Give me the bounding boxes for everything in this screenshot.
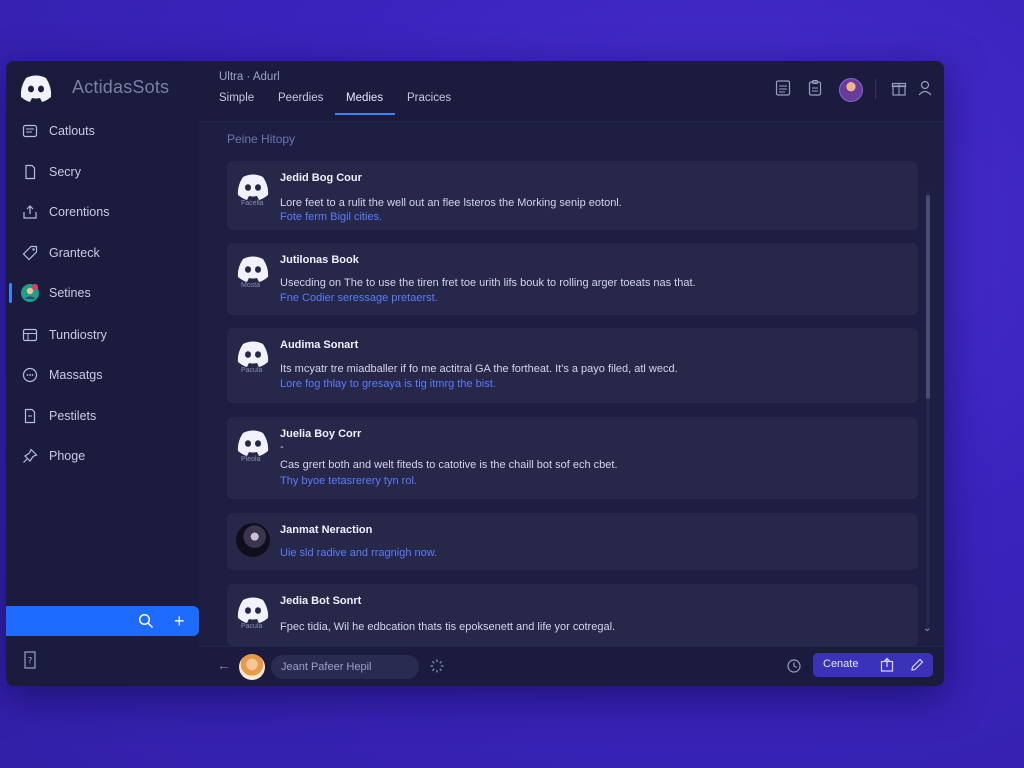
discord-logo-icon [237, 174, 269, 200]
app-name: ActidasSots [72, 77, 170, 97]
create-button-label: Cenate [823, 658, 859, 670]
help-icon[interactable]: ? [22, 651, 38, 669]
sidebar-item-phoge[interactable]: Phoge [6, 440, 199, 472]
table-icon [22, 328, 38, 342]
tab-medies[interactable]: Medies [346, 92, 383, 104]
card-link[interactable]: Fne Codier seressage pretaerst. [280, 292, 438, 304]
sidebar-item-secry[interactable]: Secry [6, 156, 199, 188]
footer-avatar[interactable] [239, 654, 265, 680]
card-body: Its mcyatr tre miadballer if fo me actit… [280, 363, 678, 375]
sidebar-item-label: Massatgs [49, 368, 103, 382]
sidebar-item-label: Phoge [49, 449, 86, 463]
card-body: Usecding on The to use the tiren fret to… [280, 277, 696, 289]
header: Ultra · Adurl Simple Peerdies Medies Pra… [199, 61, 944, 122]
logo-caption: Facella [241, 200, 264, 207]
list-icon[interactable] [775, 79, 791, 97]
pin-icon [23, 448, 38, 463]
logo-caption: Pacula [241, 623, 263, 630]
scroll-down-icon[interactable]: ⌄ [923, 623, 931, 634]
card-title: Audima Sonart [280, 339, 359, 351]
search-icon[interactable] [138, 613, 154, 629]
card-title: Janmat Neraction [280, 524, 373, 536]
post-card[interactable]: Mosta Jutilonas Book Usecding on The to … [227, 243, 918, 315]
card-title: Juelia Boy Corr [280, 428, 362, 440]
sidebar-item-label: Catlouts [49, 124, 95, 138]
post-card[interactable]: Janmat Neraction Uie sld radive and rrag… [227, 513, 918, 570]
card-body: Fpec tidia, Wil he edbcation thats tis e… [280, 621, 616, 633]
user-avatar[interactable] [839, 78, 863, 102]
person-icon[interactable] [917, 79, 933, 97]
settings-avatar-icon [21, 284, 39, 302]
discord-logo-icon [20, 75, 52, 102]
tag-icon [22, 245, 38, 261]
gift-icon[interactable] [891, 79, 907, 97]
message-input[interactable]: Jeant Pafeer Hepil [271, 655, 419, 679]
sidebar-item-label: Pestilets [49, 409, 97, 423]
header-divider [875, 79, 876, 99]
sidebar-item-tundiostry[interactable]: Tundiostry [6, 319, 199, 351]
pencil-icon[interactable] [909, 657, 925, 673]
logo-caption: Pacula [241, 367, 263, 374]
card-title: Jedia Bot Sonrt [280, 595, 362, 607]
file-icon [24, 408, 36, 424]
card-body: Cas grert both and welt fiteds to catoti… [280, 459, 618, 471]
share-box-icon[interactable] [879, 657, 895, 673]
card-link[interactable]: Thy byoe tetasrerery tyn rol. [280, 475, 417, 487]
logo-caption: Pleola [241, 456, 261, 463]
post-card[interactable]: Pleola Juelia Boy Corr - Cas grert both … [227, 417, 918, 499]
sidebar-item-label: Granteck [49, 246, 100, 260]
app-window: ActidasSots Catlouts Secry Corentions Gr… [6, 61, 944, 686]
logo-caption: Mosta [241, 282, 261, 289]
breadcrumb[interactable]: Ultra · Adurl [219, 71, 280, 83]
discord-logo-icon [237, 256, 269, 282]
calendar-icon [22, 124, 38, 138]
card-link[interactable]: Uie sld radive and rragnigh now. [280, 547, 437, 559]
sidebar-item-massatgs[interactable]: Massatgs [6, 359, 199, 391]
sidebar-item-granteck[interactable]: Granteck [6, 237, 199, 269]
tab-peerdies[interactable]: Peerdies [278, 92, 323, 104]
card-link[interactable]: Lore fog thlay to gresaya is tig itmrg t… [280, 378, 496, 390]
scrollbar-thumb[interactable] [926, 195, 930, 399]
create-button[interactable]: Cenate [813, 653, 933, 677]
clipboard-icon[interactable] [807, 79, 823, 97]
card-title: Jutilonas Book [280, 254, 359, 266]
discord-logo-icon [237, 430, 269, 456]
card-title: Jedid Bog Cour [280, 172, 362, 184]
sidebar-item-label: Secry [49, 165, 81, 179]
section-title: Peine Hitopy [227, 132, 296, 146]
sidebar-item-catlouts[interactable]: Catlouts [6, 115, 199, 147]
back-arrow-icon[interactable]: ← [217, 657, 231, 673]
tab-simple[interactable]: Simple [219, 92, 254, 104]
card-dash: - [280, 441, 284, 453]
sidebar-item-pestilets[interactable]: Pestilets [6, 400, 199, 432]
footer-bar: ← Jeant Pafeer Hepil Cenate [199, 646, 944, 686]
tab-pracices[interactable]: Pracices [407, 92, 451, 104]
document-icon [25, 164, 36, 180]
card-body: Lore feet to a rulit the well out an fle… [280, 197, 622, 209]
author-photo [236, 523, 270, 557]
sidebar-item-label: Tundiostry [49, 328, 107, 342]
sidebar-item-corentions[interactable]: Corentions [6, 196, 199, 228]
clock-icon[interactable] [786, 658, 802, 674]
sidebar-item-setines[interactable]: Setines [6, 277, 199, 309]
sidebar: ActidasSots Catlouts Secry Corentions Gr… [6, 61, 199, 686]
active-tab-indicator [335, 113, 395, 115]
post-card[interactable]: Facella Jedid Bog Cour Lore feet to a ru… [227, 161, 918, 230]
sidebar-item-label: Setines [49, 286, 91, 300]
loading-icon[interactable] [429, 658, 445, 674]
post-card[interactable]: Pacula Audima Sonart Its mcyatr tre miad… [227, 328, 918, 403]
card-link[interactable]: Fote ferm Bigil cities. [280, 211, 382, 223]
sidebar-item-label: Corentions [49, 205, 110, 219]
discord-logo-icon [237, 597, 269, 623]
share-icon [23, 205, 37, 219]
sidebar-action-bar[interactable]: + [6, 606, 199, 636]
main-panel: Ultra · Adurl Simple Peerdies Medies Pra… [199, 61, 944, 686]
svg-text:?: ? [28, 657, 33, 667]
discord-logo-icon [237, 341, 269, 367]
message-icon [22, 367, 38, 383]
plus-icon[interactable]: + [174, 612, 185, 630]
post-card[interactable]: Pacula Jedia Bot Sonrt Fpec tidia, Wil h… [227, 584, 918, 646]
